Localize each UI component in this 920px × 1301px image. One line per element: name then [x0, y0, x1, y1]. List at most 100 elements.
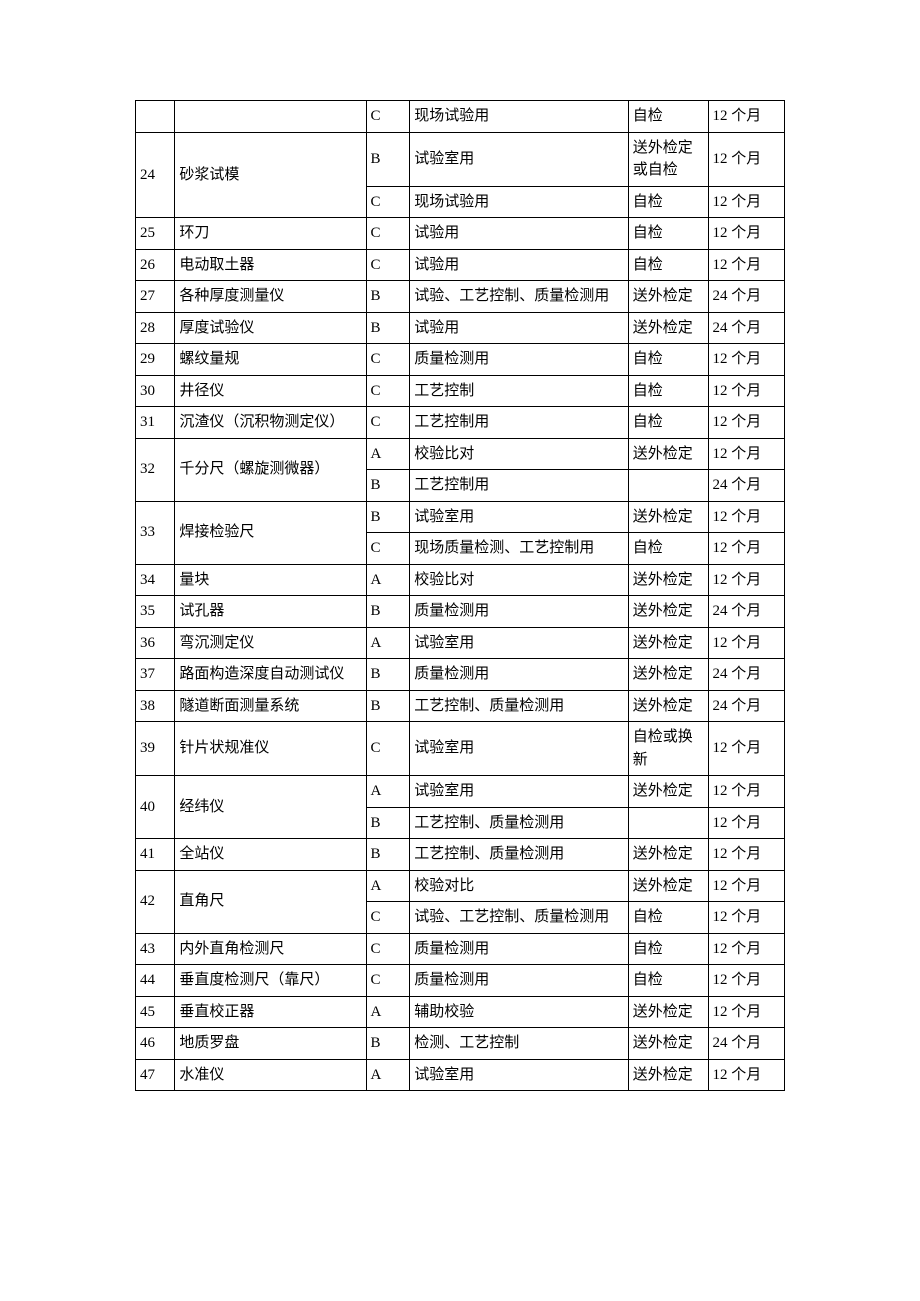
check-method: 自检 [628, 533, 708, 565]
equipment-name: 垂直度检测尺（靠尺） [175, 965, 366, 997]
check-method: 自检 [628, 249, 708, 281]
table-row: 27各种厚度测量仪B试验、工艺控制、质量检测用送外检定24 个月 [136, 281, 785, 313]
period: 24 个月 [708, 690, 785, 722]
period: 12 个月 [708, 501, 785, 533]
period: 24 个月 [708, 470, 785, 502]
period: 12 个月 [708, 965, 785, 997]
equipment-name: 隧道断面测量系统 [175, 690, 366, 722]
check-method: 送外检定 [628, 870, 708, 902]
grade: A [366, 870, 410, 902]
equipment-name: 沉渣仪（沉积物测定仪） [175, 407, 366, 439]
period: 12 个月 [708, 186, 785, 218]
row-number: 45 [136, 996, 175, 1028]
row-number: 37 [136, 659, 175, 691]
usage: 质量检测用 [410, 344, 629, 376]
row-number: 27 [136, 281, 175, 313]
equipment-name: 垂直校正器 [175, 996, 366, 1028]
period: 24 个月 [708, 1028, 785, 1060]
grade: B [366, 501, 410, 533]
check-method: 送外检定 [628, 839, 708, 871]
usage: 质量检测用 [410, 596, 629, 628]
equipment-name: 厚度试验仪 [175, 312, 366, 344]
usage: 现场质量检测、工艺控制用 [410, 533, 629, 565]
usage: 工艺控制、质量检测用 [410, 690, 629, 722]
table-row: 38隧道断面测量系统B工艺控制、质量检测用送外检定24 个月 [136, 690, 785, 722]
grade: B [366, 690, 410, 722]
usage: 质量检测用 [410, 965, 629, 997]
grade: B [366, 281, 410, 313]
check-method: 送外检定 [628, 438, 708, 470]
usage: 工艺控制用 [410, 407, 629, 439]
period: 12 个月 [708, 807, 785, 839]
check-method: 送外检定 [628, 312, 708, 344]
row-number: 41 [136, 839, 175, 871]
table-row: 41全站仪B工艺控制、质量检测用送外检定12 个月 [136, 839, 785, 871]
equipment-name: 内外直角检测尺 [175, 933, 366, 965]
table-body: C现场试验用自检12 个月24砂浆试模B试验室用送外检定或自检12 个月C现场试… [136, 101, 785, 1091]
row-number: 25 [136, 218, 175, 250]
check-method: 送外检定 [628, 501, 708, 533]
check-method: 自检 [628, 101, 708, 133]
usage: 检测、工艺控制 [410, 1028, 629, 1060]
period: 12 个月 [708, 375, 785, 407]
usage: 校验比对 [410, 564, 629, 596]
period: 12 个月 [708, 564, 785, 596]
grade: C [366, 722, 410, 776]
row-number: 29 [136, 344, 175, 376]
table-row: 32千分尺（螺旋测微器）A校验比对送外检定12 个月 [136, 438, 785, 470]
check-method: 送外检定 [628, 776, 708, 808]
table-row: 34量块A校验比对送外检定12 个月 [136, 564, 785, 596]
table-row: 37路面构造深度自动测试仪B质量检测用送外检定24 个月 [136, 659, 785, 691]
check-method: 自检 [628, 186, 708, 218]
usage: 试验室用 [410, 722, 629, 776]
table-row: C现场试验用自检12 个月 [136, 101, 785, 133]
table-row: 30井径仪C工艺控制自检12 个月 [136, 375, 785, 407]
table-row: 46地质罗盘B检测、工艺控制送外检定24 个月 [136, 1028, 785, 1060]
usage: 工艺控制用 [410, 470, 629, 502]
row-number: 32 [136, 438, 175, 501]
usage: 现场试验用 [410, 186, 629, 218]
grade: B [366, 659, 410, 691]
row-number: 35 [136, 596, 175, 628]
equipment-name: 井径仪 [175, 375, 366, 407]
equipment-name: 经纬仪 [175, 776, 366, 839]
grade: B [366, 132, 410, 186]
grade: B [366, 1028, 410, 1060]
usage: 质量检测用 [410, 933, 629, 965]
period: 12 个月 [708, 344, 785, 376]
grade: C [366, 933, 410, 965]
period: 24 个月 [708, 281, 785, 313]
table-row: 29螺纹量规C质量检测用自检12 个月 [136, 344, 785, 376]
grade: B [366, 807, 410, 839]
equipment-name: 针片状规准仪 [175, 722, 366, 776]
usage: 试验室用 [410, 501, 629, 533]
row-number: 43 [136, 933, 175, 965]
table-row: 40经纬仪A试验室用送外检定12 个月 [136, 776, 785, 808]
check-method: 自检 [628, 933, 708, 965]
check-method: 送外检定 [628, 596, 708, 628]
usage: 辅助校验 [410, 996, 629, 1028]
equipment-name: 地质罗盘 [175, 1028, 366, 1060]
row-number: 39 [136, 722, 175, 776]
table-row: 47水准仪A试验室用送外检定12 个月 [136, 1059, 785, 1091]
period: 12 个月 [708, 101, 785, 133]
row-number: 38 [136, 690, 175, 722]
table-row: 33焊接检验尺B试验室用送外检定12 个月 [136, 501, 785, 533]
period: 24 个月 [708, 312, 785, 344]
check-method: 送外检定 [628, 627, 708, 659]
grade: C [366, 218, 410, 250]
period: 12 个月 [708, 722, 785, 776]
row-number: 34 [136, 564, 175, 596]
row-number: 36 [136, 627, 175, 659]
grade: B [366, 470, 410, 502]
grade: B [366, 596, 410, 628]
usage: 试验用 [410, 312, 629, 344]
grade: B [366, 312, 410, 344]
table-row: 26电动取土器C试验用自检12 个月 [136, 249, 785, 281]
table-row: 44垂直度检测尺（靠尺）C质量检测用自检12 个月 [136, 965, 785, 997]
check-method [628, 807, 708, 839]
usage: 试验室用 [410, 132, 629, 186]
check-method: 送外检定或自检 [628, 132, 708, 186]
period: 24 个月 [708, 659, 785, 691]
row-number: 46 [136, 1028, 175, 1060]
